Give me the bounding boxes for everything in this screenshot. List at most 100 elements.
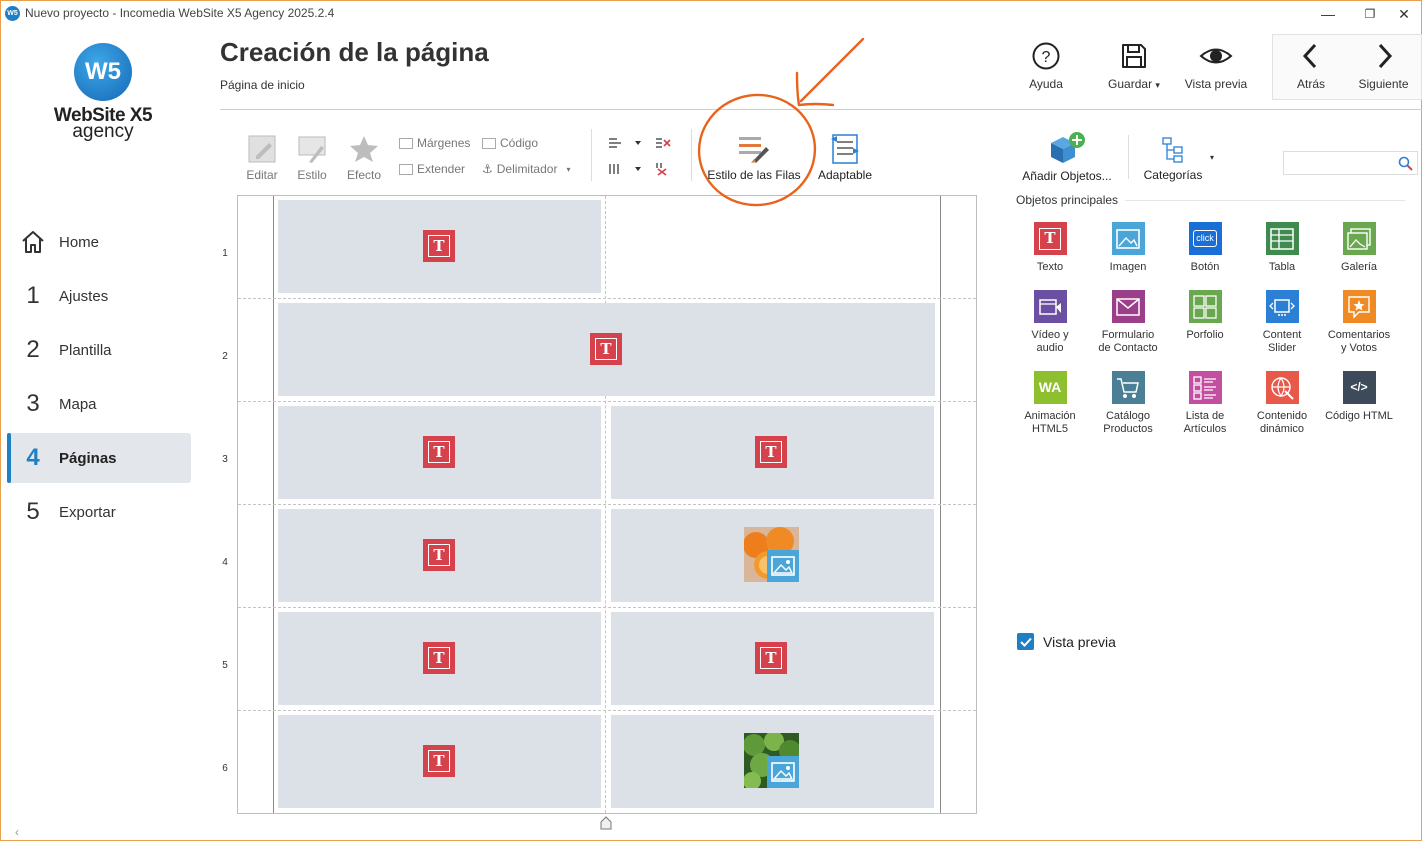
row-divider	[238, 710, 976, 711]
save-label: Guardar ▾	[1108, 77, 1160, 91]
text-object-icon[interactable]: T	[423, 230, 455, 262]
margins-button[interactable]: Márgenes	[399, 136, 470, 150]
object-html-code[interactable]: </> Código HTML	[1320, 371, 1398, 423]
object-comments-ratings[interactable]: Comentarios y Votos	[1320, 290, 1398, 355]
code-button[interactable]: Código	[482, 136, 538, 150]
margins-label: Márgenes	[417, 136, 471, 150]
sidebar-item-mapa[interactable]: 3 Mapa	[7, 379, 191, 429]
edit-icon	[248, 135, 276, 163]
row-number: 4	[222, 557, 228, 568]
style-label: Estilo	[297, 168, 327, 182]
row-number: 2	[222, 351, 228, 362]
grid-cell[interactable]	[611, 509, 934, 602]
checkbox-checked-icon[interactable]	[1017, 633, 1034, 650]
add-objects-button[interactable]: Añadir Objetos...	[1021, 131, 1113, 183]
logo-mark: W5	[74, 43, 132, 101]
next-label: Siguiente	[1358, 77, 1409, 91]
object-text[interactable]: T Texto	[1011, 222, 1089, 274]
text-object-icon[interactable]: T	[423, 436, 455, 468]
insert-row-above-icon[interactable]	[607, 136, 643, 155]
delimiter-button[interactable]: ⚓ Delimitador ▾	[482, 162, 570, 176]
resize-handle-icon[interactable]	[600, 816, 612, 835]
minimize-button[interactable]: —	[1305, 3, 1351, 25]
sidebar-item-paginas[interactable]: 4 Páginas	[7, 433, 191, 483]
grid-cell[interactable]: T	[611, 406, 934, 499]
image-object-icon	[767, 550, 799, 582]
step-number: 3	[26, 390, 40, 417]
grid-cell[interactable]: T	[278, 612, 601, 705]
object-image[interactable]: Imagen	[1089, 222, 1167, 274]
delete-column-icon[interactable]	[655, 162, 671, 181]
edit-button[interactable]: Editar	[245, 134, 279, 182]
grid-cell[interactable]: T	[278, 303, 935, 396]
adaptive-button[interactable]: Adaptable	[816, 134, 874, 182]
search-icon[interactable]	[1398, 156, 1413, 171]
object-button[interactable]: click Botón	[1166, 222, 1244, 274]
row-style-label: Estilo de las Filas	[707, 168, 801, 182]
object-portfolio[interactable]: Porfolio	[1166, 290, 1244, 342]
grid-cell[interactable]: T	[278, 509, 601, 602]
preview-button[interactable]: Vista previa	[1183, 41, 1249, 97]
effect-button[interactable]: Efecto	[344, 134, 384, 182]
search-field[interactable]	[1284, 152, 1389, 174]
style-button[interactable]: Estilo	[295, 134, 329, 182]
text-object-icon[interactable]: T	[590, 333, 622, 365]
back-button[interactable]: Atrás	[1291, 41, 1331, 97]
object-contact-form[interactable]: Formulario de Contacto	[1089, 290, 1167, 355]
help-icon: ?	[1032, 42, 1060, 70]
object-video-audio[interactable]: Vídeo y audio	[1011, 290, 1089, 355]
object-label: Comentarios y Votos	[1327, 329, 1391, 354]
articles-icon	[1188, 371, 1222, 404]
object-dynamic-content[interactable]: Contenido dinámico	[1243, 371, 1321, 436]
sidebar-item-exportar[interactable]: 5 Exportar	[7, 487, 191, 537]
delete-row-icon[interactable]	[655, 136, 671, 155]
sidebar-item-label: Mapa	[59, 395, 97, 413]
help-button[interactable]: ? Ayuda	[1021, 41, 1071, 97]
extend-button[interactable]: Extender	[399, 162, 465, 176]
row-style-button[interactable]: Estilo de las Filas	[706, 134, 802, 182]
save-button[interactable]: Guardar ▾	[1101, 41, 1167, 97]
page-title: Creación de la página	[220, 37, 489, 67]
objects-panel-divider	[1125, 200, 1405, 201]
dropdown-arrow-icon[interactable]: ▾	[1210, 153, 1214, 162]
object-html5-animation[interactable]: WA Animación HTML5	[1011, 371, 1089, 436]
html-code-icon: </>	[1342, 371, 1376, 404]
object-table[interactable]: Tabla	[1243, 222, 1321, 274]
grid-cell[interactable]: T	[278, 715, 601, 808]
object-label: Galería	[1340, 261, 1378, 273]
object-article-list[interactable]: Lista de Artículos	[1166, 371, 1244, 436]
object-label: Animación HTML5	[1024, 410, 1076, 435]
object-gallery[interactable]: Galería	[1320, 222, 1398, 274]
row-divider	[238, 401, 976, 402]
svg-text:?: ?	[1042, 49, 1051, 66]
sidebar-item-home[interactable]: Home	[7, 217, 191, 267]
categories-button[interactable]: Categorías	[1141, 136, 1205, 182]
text-object-icon[interactable]: T	[755, 436, 787, 468]
text-object-icon[interactable]: T	[423, 745, 455, 777]
object-product-catalog[interactable]: Catálogo Productos	[1089, 371, 1167, 436]
close-button[interactable]: ✕	[1381, 3, 1422, 25]
grid-cell[interactable]: T	[278, 200, 601, 293]
collapse-chevron-icon[interactable]: ‹	[15, 825, 19, 839]
next-button[interactable]: Siguiente	[1356, 41, 1411, 97]
row-number: 1	[222, 248, 228, 259]
preview-toggle[interactable]: Vista previa	[1017, 633, 1116, 650]
grid-cell[interactable]: T	[278, 406, 601, 499]
sidebar-item-ajustes[interactable]: 1 Ajustes	[7, 271, 191, 321]
text-object-icon[interactable]: T	[423, 642, 455, 674]
sidebar-item-plantilla[interactable]: 2 Plantilla	[7, 325, 191, 375]
grid-cell[interactable]: T	[611, 612, 934, 705]
app-window: W5 Nuevo proyecto - Incomedia WebSite X5…	[0, 0, 1422, 841]
step-number: 1	[26, 282, 40, 309]
grid-cell[interactable]	[611, 715, 934, 808]
code-icon	[482, 137, 496, 149]
insert-column-icon[interactable]	[607, 162, 643, 181]
table-icon	[1265, 222, 1299, 255]
row-divider	[238, 607, 976, 608]
row-number: 5	[222, 660, 228, 671]
comments-icon	[1342, 290, 1376, 323]
text-object-icon[interactable]: T	[423, 539, 455, 571]
object-content-slider[interactable]: Content Slider	[1243, 290, 1321, 355]
text-object-icon[interactable]: T	[755, 642, 787, 674]
search-input[interactable]	[1283, 151, 1418, 175]
